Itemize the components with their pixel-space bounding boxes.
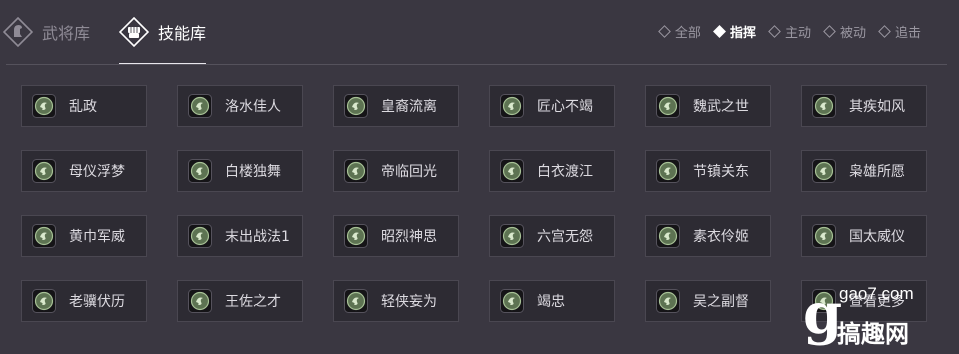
skill-card[interactable]: 洛水佳人: [177, 85, 303, 127]
diamond-icon: [823, 25, 836, 38]
skill-name: 老骥伏历: [69, 294, 125, 310]
skill-name: 白衣渡江: [537, 164, 593, 180]
swirl-medallion-icon: [344, 159, 368, 183]
diamond-icon: [768, 25, 781, 38]
swirl-medallion-icon: [344, 224, 368, 248]
tab-skills[interactable]: 技能库: [118, 14, 206, 50]
watermark-site-name: 搞趣网: [837, 320, 909, 348]
skill-card[interactable]: 帝临回光: [333, 150, 459, 192]
skill-card[interactable]: 昭烈神思: [333, 215, 459, 257]
swirl-medallion-icon: [812, 224, 836, 248]
skill-card[interactable]: 末出战法1: [177, 215, 303, 257]
filter-command[interactable]: 指挥: [713, 22, 756, 41]
skill-name: 王佐之才: [225, 294, 281, 310]
swirl-medallion-icon: [500, 224, 524, 248]
fist-icon: [118, 16, 150, 48]
swirl-medallion-icon: [188, 289, 212, 313]
skill-card[interactable]: 六宫无怨: [489, 215, 615, 257]
skill-card[interactable]: 老骥伏历: [21, 280, 147, 322]
site-watermark: g gao7.com 搞趣网: [799, 278, 959, 354]
helmet-icon: [2, 16, 34, 48]
skill-card[interactable]: 母仪浮梦: [21, 150, 147, 192]
swirl-medallion-icon: [188, 224, 212, 248]
skill-card[interactable]: 白衣渡江: [489, 150, 615, 192]
skill-card[interactable]: 皇裔流离: [333, 85, 459, 127]
swirl-medallion-icon: [500, 289, 524, 313]
swirl-medallion-icon: [32, 289, 56, 313]
filter-active[interactable]: 主动: [768, 22, 811, 41]
diamond-icon: [658, 25, 671, 38]
skill-card[interactable]: 竭忠: [489, 280, 615, 322]
skill-name: 吴之副督: [693, 294, 749, 310]
diamond-icon: [713, 25, 726, 38]
skill-name: 魏武之世: [693, 99, 749, 115]
skill-card[interactable]: 素衣伶姬: [645, 215, 771, 257]
skill-card[interactable]: 王佐之才: [177, 280, 303, 322]
filter-active-label: 主动: [784, 26, 811, 41]
filter-passive[interactable]: 被动: [823, 22, 866, 41]
skill-name: 素衣伶姬: [693, 229, 749, 245]
top-bar: 武将库 技能库 全部 指挥 主动 被动 追击: [0, 0, 959, 65]
skill-card[interactable]: 轻侠妄为: [333, 280, 459, 322]
skill-card[interactable]: 乱政: [21, 85, 147, 127]
skill-name: 六宫无怨: [537, 229, 593, 245]
skill-name: 白楼独舞: [225, 164, 281, 180]
tab-generals-label: 武将库: [42, 24, 91, 43]
filter-all-label: 全部: [674, 26, 701, 41]
skill-name: 黄巾军威: [69, 229, 125, 245]
skill-name: 匠心不竭: [537, 99, 593, 115]
skill-card[interactable]: 枭雄所愿: [801, 150, 927, 192]
swirl-medallion-icon: [32, 94, 56, 118]
skill-name: 帝临回光: [381, 164, 437, 180]
swirl-medallion-icon: [344, 289, 368, 313]
skill-name: 母仪浮梦: [69, 164, 125, 180]
skill-card[interactable]: 白楼独舞: [177, 150, 303, 192]
skill-name: 其疾如风: [849, 99, 905, 115]
swirl-medallion-icon: [656, 289, 680, 313]
swirl-medallion-icon: [500, 159, 524, 183]
filter-bar: 全部 指挥 主动 被动 追击: [658, 22, 921, 41]
swirl-medallion-icon: [188, 159, 212, 183]
skill-card[interactable]: 其疾如风: [801, 85, 927, 127]
swirl-medallion-icon: [344, 94, 368, 118]
skill-name: 轻侠妄为: [381, 294, 437, 310]
filter-pursuit[interactable]: 追击: [878, 22, 921, 41]
swirl-medallion-icon: [812, 159, 836, 183]
skill-card[interactable]: 匠心不竭: [489, 85, 615, 127]
watermark-domain: gao7.com: [839, 284, 914, 303]
skill-name: 昭烈神思: [381, 229, 437, 245]
filter-pursuit-label: 追击: [894, 26, 921, 41]
skill-name: 乱政: [69, 99, 97, 115]
swirl-medallion-icon: [656, 159, 680, 183]
skill-name: 皇裔流离: [381, 99, 437, 115]
tab-skills-label: 技能库: [158, 24, 207, 43]
swirl-medallion-icon: [188, 94, 212, 118]
skill-name: 洛水佳人: [225, 99, 281, 115]
swirl-medallion-icon: [32, 159, 56, 183]
swirl-medallion-icon: [32, 224, 56, 248]
skill-card[interactable]: 国太威仪: [801, 215, 927, 257]
skill-name: 节镇关东: [693, 164, 749, 180]
skill-card[interactable]: 节镇关东: [645, 150, 771, 192]
skill-card[interactable]: 魏武之世: [645, 85, 771, 127]
skill-name: 国太威仪: [849, 229, 905, 245]
filter-command-label: 指挥: [729, 26, 756, 41]
skill-card[interactable]: 吴之副督: [645, 280, 771, 322]
swirl-medallion-icon: [656, 224, 680, 248]
swirl-medallion-icon: [500, 94, 524, 118]
header-divider: [6, 64, 947, 65]
swirl-medallion-icon: [656, 94, 680, 118]
skill-name: 末出战法1: [225, 229, 290, 245]
filter-passive-label: 被动: [839, 26, 866, 41]
tab-generals[interactable]: 武将库: [2, 14, 90, 50]
skill-card[interactable]: 黄巾军威: [21, 215, 147, 257]
diamond-icon: [878, 25, 891, 38]
filter-all[interactable]: 全部: [658, 22, 701, 41]
swirl-medallion-icon: [812, 94, 836, 118]
skill-name: 竭忠: [537, 294, 565, 310]
skill-name: 枭雄所愿: [849, 164, 905, 180]
